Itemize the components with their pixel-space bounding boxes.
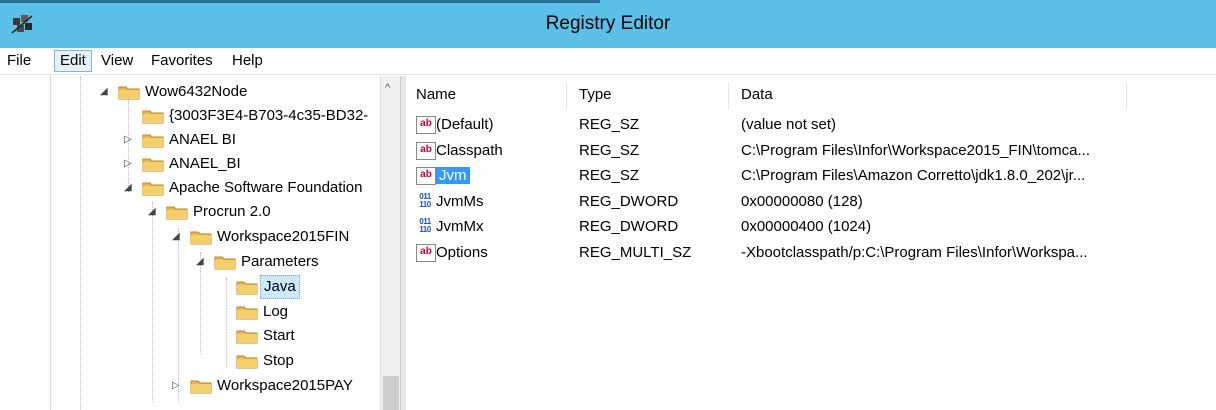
tree-node-label: ANAEL_BI	[169, 155, 241, 172]
tree-node-label: Procrun 2.0	[193, 203, 271, 220]
tree-node-label: Log	[263, 303, 289, 320]
collapse-arrow-icon[interactable]: ◢	[196, 250, 208, 274]
column-separator[interactable]	[728, 82, 729, 110]
menu-bar: File Edit View Favorites Help	[0, 48, 1216, 75]
value-name[interactable]: (Default)	[436, 112, 494, 137]
column-header-data[interactable]: Data	[741, 82, 773, 108]
value-type[interactable]: REG_SZ	[579, 138, 639, 163]
value-type[interactable]: REG_DWORD	[579, 189, 678, 214]
menu-file[interactable]: File	[2, 51, 36, 71]
tree-node[interactable]: Java	[0, 275, 380, 299]
value-data[interactable]: C:\Program Files\Amazon Corretto\jdk1.8.…	[741, 163, 1085, 188]
value-type[interactable]: REG_SZ	[579, 112, 639, 137]
collapse-arrow-icon[interactable]: ◢	[100, 80, 112, 104]
value-type[interactable]: REG_SZ	[579, 163, 639, 188]
value-data[interactable]: (value not set)	[741, 112, 836, 137]
title-bar-accent	[0, 0, 600, 3]
tree-node-label: Java	[260, 275, 300, 299]
string-value-icon: ab	[416, 167, 436, 185]
value-data[interactable]: C:\Program Files\Infor\Workspace2015_FIN…	[741, 138, 1090, 163]
tree-node[interactable]: ◢ Parameters	[0, 250, 380, 274]
string-value-icon: ab	[416, 116, 436, 134]
tree-node[interactable]: Start	[0, 324, 380, 348]
expand-arrow-icon[interactable]: ▷	[124, 128, 136, 152]
folder-icon	[142, 132, 164, 148]
tree-node[interactable]: ◢ Apache Software Foundation	[0, 176, 380, 200]
folder-icon	[142, 156, 164, 172]
column-separator[interactable]	[566, 82, 567, 110]
tree-node[interactable]: ▷ ANAEL BI	[0, 128, 380, 152]
folder-icon	[190, 229, 212, 245]
value-type[interactable]: REG_DWORD	[579, 214, 678, 239]
tree-node-label: Parameters	[241, 253, 319, 270]
tree-scrollbar[interactable]: ^	[380, 76, 401, 410]
value-name[interactable]: JvmMx	[436, 214, 484, 239]
collapse-arrow-icon[interactable]: ◢	[124, 176, 136, 200]
tree-node-label: Wow6432Node	[145, 83, 248, 100]
folder-icon	[166, 204, 188, 220]
value-name[interactable]: Classpath	[436, 138, 503, 163]
value-data[interactable]: 0x00000080 (128)	[741, 189, 863, 214]
folder-icon	[236, 304, 258, 320]
tree-node-label: Workspace2015FIN	[217, 228, 350, 245]
collapse-arrow-icon[interactable]: ◢	[172, 225, 184, 249]
tree-node[interactable]: ◢ Wow6432Node	[0, 80, 380, 104]
tree-node-label: Start	[263, 327, 295, 344]
value-data[interactable]: 0x00000400 (1024)	[741, 214, 871, 239]
tree-node[interactable]: {3003F3E4-B703-4c35-BD32-	[0, 104, 380, 128]
menu-favorites[interactable]: Favorites	[146, 51, 218, 71]
column-header-name[interactable]: Name	[416, 82, 456, 108]
title-bar: Registry Editor	[0, 0, 1216, 48]
folder-icon	[190, 378, 212, 394]
tree-node[interactable]: ▷ Workspace2015PAY	[0, 374, 380, 398]
folder-icon	[214, 254, 236, 270]
tree-node[interactable]: Log	[0, 300, 380, 324]
string-value-icon: ab	[416, 243, 436, 262]
menu-help[interactable]: Help	[227, 51, 268, 71]
tree-node-label: {3003F3E4-B703-4c35-BD32-	[169, 107, 369, 124]
tree-node-label: Apache Software Foundation	[169, 179, 363, 196]
registry-values-list: Name Type Data ab (Default) REG_SZ (value n…	[406, 76, 1216, 410]
menu-edit[interactable]: Edit	[54, 50, 92, 72]
scroll-up-icon[interactable]: ^	[385, 82, 390, 94]
tree-node[interactable]: ◢ Procrun 2.0	[0, 200, 380, 224]
folder-icon	[142, 180, 164, 196]
column-header-type[interactable]: Type	[579, 82, 612, 108]
folder-icon	[236, 328, 258, 344]
scroll-thumb[interactable]	[383, 376, 399, 410]
tree-node-label: Stop	[263, 352, 294, 369]
binary-value-icon: 011 110	[419, 191, 431, 209]
expand-arrow-icon[interactable]: ▷	[172, 374, 184, 398]
column-separator[interactable]	[1126, 82, 1127, 110]
folder-icon	[142, 108, 164, 124]
window-title: Registry Editor	[545, 13, 671, 34]
registry-key-tree[interactable]: ◢ Wow6432Node {3003F3E4-B703-4c35-BD32- ▷ AN…	[0, 76, 400, 410]
collapse-arrow-icon[interactable]: ◢	[148, 200, 160, 224]
value-type[interactable]: REG_MULTI_SZ	[579, 240, 691, 265]
folder-icon	[118, 84, 140, 100]
tree-node[interactable]: Stop	[0, 349, 380, 373]
folder-icon	[236, 279, 258, 295]
tree-node-label: Workspace2015PAY	[217, 377, 353, 394]
value-name[interactable]: JvmMs	[436, 189, 484, 214]
string-value-icon: ab	[416, 141, 436, 160]
expand-arrow-icon[interactable]: ▷	[124, 152, 136, 176]
tree-node[interactable]: ◢ Workspace2015FIN	[0, 225, 380, 249]
value-name[interactable]: Options	[436, 240, 488, 265]
tree-node[interactable]: ▷ ANAEL_BI	[0, 152, 380, 176]
folder-icon	[236, 353, 258, 369]
binary-value-icon: 011 110	[419, 217, 431, 234]
menu-view[interactable]: View	[96, 51, 138, 71]
tree-node-label: ANAEL BI	[169, 131, 236, 148]
value-name[interactable]: Jvm	[436, 163, 470, 188]
value-data[interactable]: -Xbootclasspath/p:C:\Program Files\Infor…	[741, 240, 1088, 265]
